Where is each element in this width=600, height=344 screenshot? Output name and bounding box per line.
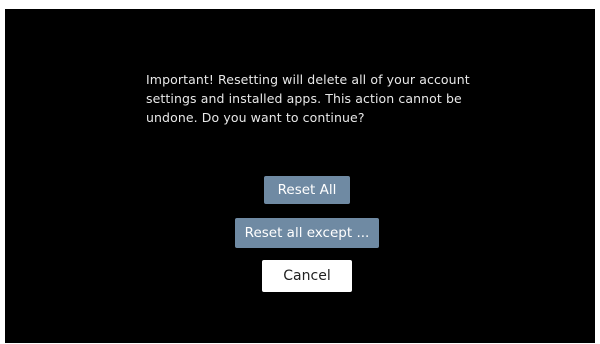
- warning-message: Important! Resetting will delete all of …: [146, 72, 470, 125]
- reset-all-except-button[interactable]: Reset all except ...: [235, 218, 379, 248]
- reset-all-button[interactable]: Reset All: [264, 176, 350, 204]
- reset-confirm-dialog: Important! Resetting will delete all of …: [5, 9, 595, 343]
- cancel-button[interactable]: Cancel: [262, 260, 352, 292]
